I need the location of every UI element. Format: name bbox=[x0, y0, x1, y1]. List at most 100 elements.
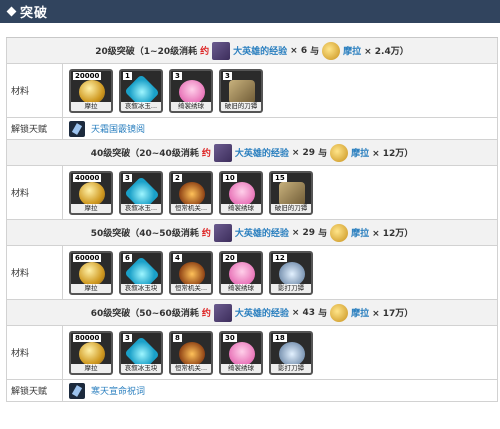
phase-header: 20级突破（1~20级消耗约 大英雄的经验 × 6 与 摩拉 × 2.4万） bbox=[95, 41, 409, 60]
hero-exp-quantity: × 29 bbox=[291, 147, 316, 158]
material-count: 4 bbox=[173, 253, 182, 262]
pink-material-icon bbox=[229, 261, 255, 286]
conjunction-label: 与 bbox=[318, 229, 328, 239]
talent-icon bbox=[69, 382, 85, 399]
material-item[interactable]: 3 绮裳绣球 bbox=[169, 68, 213, 113]
conjunction-label: 与 bbox=[310, 47, 320, 57]
materials-list: 20000 摩拉 1 哀叙冰玉... 3 绮裳绣球 3 破旧的刀镡 bbox=[63, 64, 497, 117]
material-item[interactable]: 3 破旧的刀镡 bbox=[219, 68, 263, 113]
material-count: 18 bbox=[273, 333, 287, 342]
hero-exp-link[interactable]: 大英雄的经验 bbox=[233, 44, 287, 57]
material-item[interactable]: 4 恒常机关... bbox=[169, 250, 213, 295]
mora-link[interactable]: 摩拉 bbox=[351, 306, 369, 319]
pink-material-icon bbox=[229, 181, 255, 206]
material-name: 恒常机关... bbox=[171, 363, 211, 373]
material-count: 20 bbox=[223, 253, 237, 262]
material-item[interactable]: 80000 摩拉 bbox=[69, 330, 113, 375]
phase-header-row: 60级突破（50~60级消耗约 大英雄的经验 × 43 与 摩拉 × 17万） bbox=[6, 300, 498, 326]
material-name: 破旧的刀镡 bbox=[271, 203, 311, 213]
material-item[interactable]: 3 哀叙冰玉块 bbox=[119, 330, 163, 375]
materials-label: 材料 bbox=[7, 326, 63, 379]
talent-link[interactable]: 寒天宣命祝词 bbox=[91, 384, 145, 397]
hero-exp-book-icon bbox=[213, 143, 232, 162]
material-name: 恒常机关... bbox=[171, 283, 211, 293]
coin-material-icon bbox=[79, 341, 105, 366]
mora-link[interactable]: 摩拉 bbox=[351, 226, 369, 239]
material-name: 摩拉 bbox=[71, 101, 111, 111]
talent-cell: 天霜国霰镜阅 bbox=[63, 118, 497, 139]
approx-label: 约 bbox=[201, 229, 211, 239]
material-count: 3 bbox=[123, 333, 132, 342]
material-item[interactable]: 40000 摩拉 bbox=[69, 170, 113, 215]
material-item[interactable]: 60000 摩拉 bbox=[69, 250, 113, 295]
mora-link[interactable]: 摩拉 bbox=[351, 146, 369, 159]
hero-exp-link[interactable]: 大英雄的经验 bbox=[235, 146, 289, 159]
material-item[interactable]: 15 破旧的刀镡 bbox=[269, 170, 313, 215]
material-item[interactable]: 6 哀叙冰玉块 bbox=[119, 250, 163, 295]
coin-material-icon bbox=[79, 181, 105, 206]
material-item[interactable]: 20 绮裳绣球 bbox=[219, 250, 263, 295]
material-count: 8 bbox=[173, 333, 182, 342]
material-name: 绮裳绣球 bbox=[221, 203, 261, 213]
coin-material-icon bbox=[79, 261, 105, 286]
mora-quantity: × 12万） bbox=[372, 229, 414, 239]
material-item[interactable]: 8 恒常机关... bbox=[169, 330, 213, 375]
phase-header: 60级突破（50~60级消耗约 大英雄的经验 × 43 与 摩拉 × 17万） bbox=[91, 303, 414, 322]
talent-link[interactable]: 天霜国霰镜阅 bbox=[91, 122, 145, 135]
phase-header-prefix: 20级突破（1~20级消耗 bbox=[95, 47, 198, 57]
materials-row: 材料 40000 摩拉 3 哀叙冰玉... 2 恒常机关... 10 绮裳绣球 15 破旧的刀镡 bbox=[6, 166, 498, 220]
materials-row: 材料 20000 摩拉 1 哀叙冰玉... 3 绮裳绣球 3 破旧的刀镡 bbox=[6, 64, 498, 118]
mora-coin-icon bbox=[330, 143, 349, 162]
approx-label: 约 bbox=[201, 309, 211, 319]
hero-exp-book-icon bbox=[213, 303, 232, 322]
phase-header: 50级突破（40~50级消耗约 大英雄的经验 × 29 与 摩拉 × 12万） bbox=[91, 223, 414, 242]
material-count: 30 bbox=[223, 333, 237, 342]
ascension-table: 20级突破（1~20级消耗约大英雄的经验 × 6 与摩拉 × 2.4万） 材料 20000… bbox=[6, 37, 498, 402]
mora-coin-icon bbox=[330, 223, 349, 242]
hero-exp-quantity: × 29 bbox=[291, 227, 316, 238]
talent-cell: 寒天宣命祝词 bbox=[63, 380, 497, 401]
talent-row: 解锁天赋 寒天宣命祝词 bbox=[6, 380, 498, 402]
talent-row: 解锁天赋 天霜国霰镜阅 bbox=[6, 118, 498, 140]
diamond-icon bbox=[6, 6, 17, 17]
phase-header: 40级突破（20~40级消耗约 大英雄的经验 × 29 与 摩拉 × 12万） bbox=[90, 143, 414, 162]
mora-quantity: × 17万） bbox=[372, 309, 414, 319]
materials-label: 材料 bbox=[7, 64, 63, 117]
material-name: 影打刀镡 bbox=[271, 363, 311, 373]
material-item[interactable]: 18 影打刀镡 bbox=[269, 330, 313, 375]
material-item[interactable]: 30 绮裳绣球 bbox=[219, 330, 263, 375]
blade-material-icon bbox=[279, 181, 305, 206]
material-count: 1 bbox=[123, 71, 132, 80]
mora-link[interactable]: 摩拉 bbox=[343, 44, 361, 57]
mora-coin-icon bbox=[322, 41, 341, 60]
material-item[interactable]: 20000 摩拉 bbox=[69, 68, 113, 113]
conjunction-label: 与 bbox=[318, 309, 328, 319]
material-name: 摩拉 bbox=[71, 363, 111, 373]
phase-header-row: 20级突破（1~20级消耗约 大英雄的经验 × 6 与 摩拉 × 2.4万） bbox=[6, 38, 498, 64]
mora-quantity: × 2.4万） bbox=[364, 47, 409, 57]
hero-exp-link[interactable]: 大英雄的经验 bbox=[235, 226, 289, 239]
mora-quantity: × 12万） bbox=[372, 149, 414, 159]
material-item[interactable]: 2 恒常机关... bbox=[169, 170, 213, 215]
section-title-bar: 突破 bbox=[0, 0, 500, 23]
material-count: 10 bbox=[223, 173, 237, 182]
approx-label: 约 bbox=[200, 47, 210, 57]
material-item[interactable]: 1 哀叙冰玉... bbox=[119, 68, 163, 113]
material-name: 绮裳绣球 bbox=[221, 283, 261, 293]
page-title: 突破 bbox=[20, 6, 49, 21]
material-item[interactable]: 12 影打刀镡 bbox=[269, 250, 313, 295]
materials-row: 材料 80000 摩拉 3 哀叙冰玉块 8 恒常机关... 30 绮裳绣球 18 影打刀镡 bbox=[6, 326, 498, 380]
phase-header-prefix: 40级突破（20~40级消耗 bbox=[90, 149, 199, 159]
mora-coin-icon bbox=[330, 303, 349, 322]
material-name: 摩拉 bbox=[71, 203, 111, 213]
pink-material-icon bbox=[229, 341, 255, 366]
material-item[interactable]: 10 绮裳绣球 bbox=[219, 170, 263, 215]
hero-exp-link[interactable]: 大英雄的经验 bbox=[235, 306, 289, 319]
material-name: 哀叙冰玉... bbox=[121, 203, 161, 213]
material-count: 12 bbox=[273, 253, 287, 262]
phase-header-row: 40级突破（20~40级消耗约 大英雄的经验 × 29 与 摩拉 × 12万） bbox=[6, 140, 498, 166]
material-name: 哀叙冰玉块 bbox=[121, 363, 161, 373]
material-name: 绮裳绣球 bbox=[171, 101, 211, 111]
material-name: 绮裳绣球 bbox=[221, 363, 261, 373]
material-item[interactable]: 3 哀叙冰玉... bbox=[119, 170, 163, 215]
